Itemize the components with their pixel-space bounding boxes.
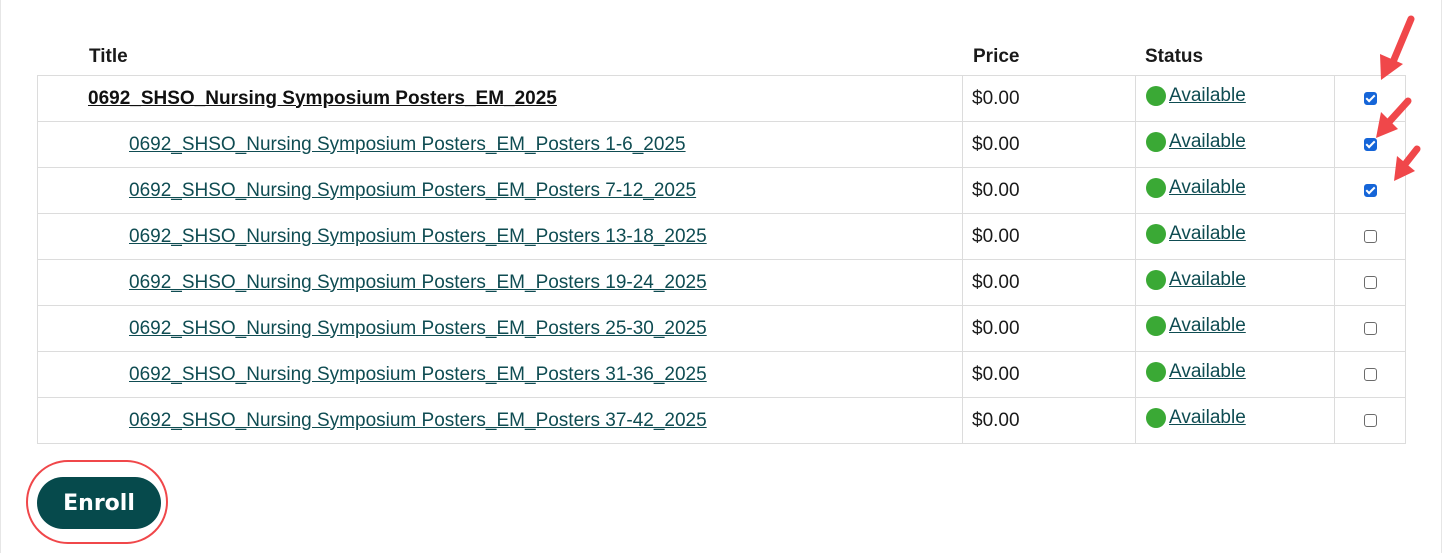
red-arrow-icon xyxy=(1376,97,1412,138)
red-arrow-icon xyxy=(1394,145,1421,181)
red-arrow-icon xyxy=(1380,15,1415,80)
annotation-arrows xyxy=(1376,15,1421,181)
